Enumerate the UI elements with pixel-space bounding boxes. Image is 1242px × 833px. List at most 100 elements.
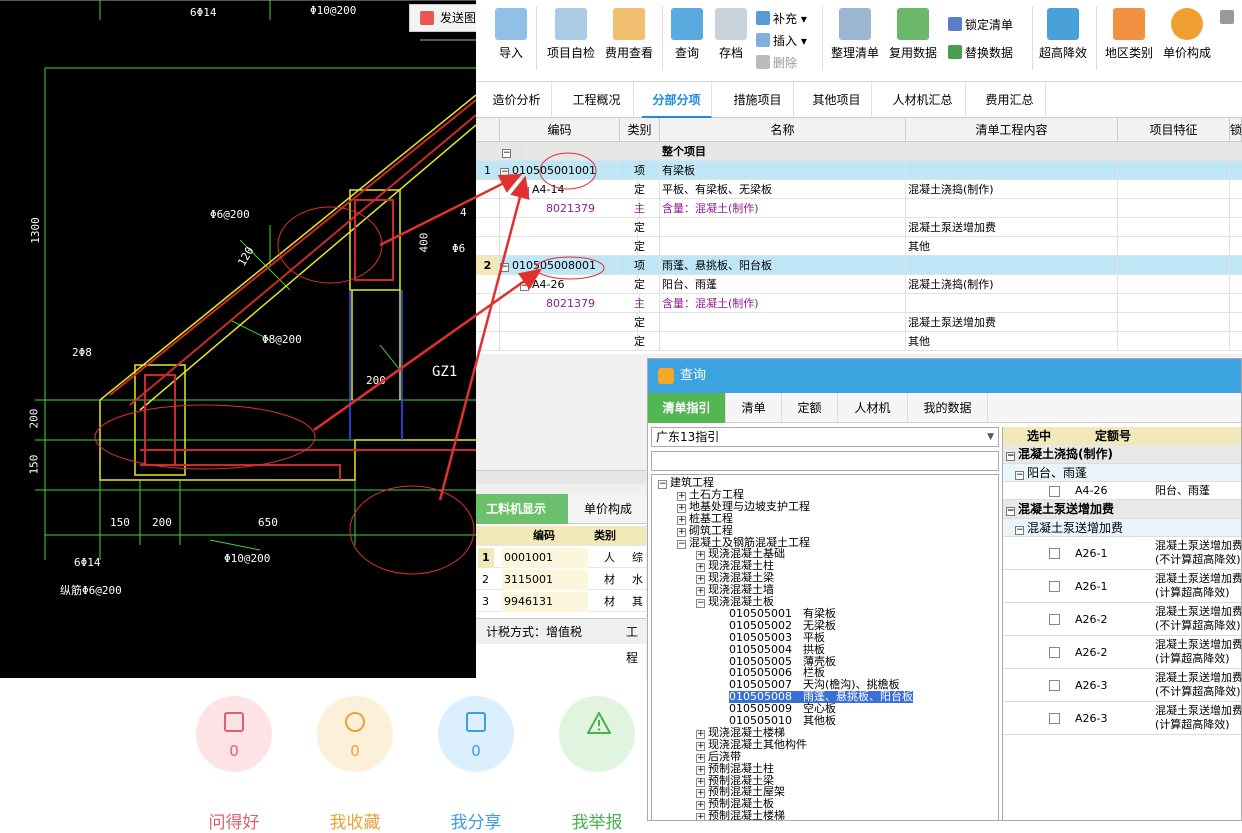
select-checkbox[interactable] — [1049, 548, 1060, 559]
col-feature[interactable]: 项目特征 — [1118, 118, 1230, 142]
expand-icon[interactable]: + — [696, 587, 705, 597]
project-check-button[interactable]: 项目自检 — [544, 8, 598, 61]
expand-icon[interactable]: + — [696, 789, 705, 799]
organize-list-button[interactable]: 整理清单 — [830, 8, 880, 61]
tab-other-items[interactable]: 其他项目 — [802, 82, 872, 118]
select-checkbox[interactable] — [1049, 713, 1060, 724]
table-row[interactable]: 1−010505001001 项有梁板 — [476, 161, 1242, 180]
guide-select[interactable]: 广东13指引 ▼ — [651, 427, 999, 447]
tab-quota[interactable]: 定额 — [782, 393, 838, 423]
table-row[interactable]: 定 其他 — [476, 237, 1242, 256]
tab-fee-summary[interactable]: 费用汇总 — [974, 82, 1046, 118]
price-structure-button[interactable]: 单价构成 — [1162, 8, 1212, 61]
quota-row[interactable]: A26-1 混凝土泵送增加费(计算超高降效) — [1003, 570, 1241, 603]
lower-col-code[interactable]: 编码 — [500, 526, 588, 546]
table-row[interactable]: 定 混凝土泵送增加费 — [476, 313, 1242, 332]
expand-icon[interactable]: + — [696, 551, 705, 561]
quota-group[interactable]: − 混凝土浇捣(制作) — [1003, 445, 1241, 464]
insert-button[interactable]: 插入 ▾ — [756, 32, 807, 49]
quota-group[interactable]: − 混凝土泵送增加费 — [1003, 500, 1241, 519]
expand-icon[interactable]: + — [677, 515, 686, 525]
expand-icon[interactable]: + — [696, 777, 705, 787]
select-checkbox[interactable] — [1049, 680, 1060, 691]
quota-row[interactable]: A26-1 混凝土泵送增加费(不计算超高降效) — [1003, 537, 1241, 570]
table-row[interactable]: − A4-26 定阳台、雨蓬 混凝土浇捣(制作) — [476, 275, 1242, 294]
dialog-title-bar[interactable]: 查询 — [648, 359, 1241, 393]
group-row[interactable]: − 整个项目 — [476, 142, 1242, 161]
collapse-icon[interactable]: − — [696, 599, 705, 608]
more-tools-icon[interactable] — [1220, 10, 1237, 25]
query-button[interactable]: 查询 — [670, 8, 704, 61]
reuse-data-button[interactable]: 复用数据 — [888, 8, 938, 61]
tab-cost-analysis[interactable]: 造价分析 — [482, 82, 552, 118]
share-button[interactable]: 0 — [438, 696, 514, 772]
col-name[interactable]: 名称 — [660, 118, 906, 142]
expand-icon[interactable]: + — [696, 563, 705, 573]
tree-node[interactable]: + 预制混凝土楼梯 — [696, 810, 785, 820]
expand-toggle[interactable]: − — [500, 263, 509, 272]
collapse-icon[interactable]: − — [677, 539, 686, 549]
tab-labor-material[interactable]: 人材机汇总 — [880, 82, 966, 118]
select-checkbox[interactable] — [1049, 485, 1060, 497]
tab-list-guide[interactable]: 清单指引 — [648, 393, 726, 423]
expand-icon[interactable]: + — [696, 575, 705, 585]
horizontal-scrollbar[interactable] — [476, 470, 646, 484]
tab-list[interactable]: 清单 — [726, 393, 782, 423]
expand-icon[interactable]: + — [696, 753, 705, 763]
report-button[interactable] — [559, 696, 635, 772]
col-content[interactable]: 清单工程内容 — [906, 118, 1118, 142]
expand-icon[interactable]: + — [696, 765, 705, 775]
tab-sub-items[interactable]: 分部分项 — [642, 82, 712, 118]
expand-icon[interactable]: + — [677, 527, 686, 537]
expand-toggle[interactable]: − — [520, 187, 529, 196]
tab-labor-material-display[interactable]: 工料机显示 — [476, 494, 568, 524]
select-checkbox[interactable] — [1049, 647, 1060, 658]
tab-project-overview[interactable]: 工程概况 — [560, 82, 634, 118]
replace-data-button[interactable]: 替换数据 — [948, 44, 1013, 61]
expand-icon[interactable]: + — [696, 729, 705, 739]
col-type[interactable]: 类别 — [620, 118, 660, 142]
table-row[interactable]: 定 混凝土泵送增加费 — [476, 218, 1242, 237]
col-lock[interactable]: 锁 — [1230, 118, 1242, 142]
expand-icon[interactable]: + — [696, 741, 705, 751]
table-row[interactable]: 2 3115001 材 水 — [476, 570, 646, 590]
table-row[interactable]: 8021379 主含量：混凝土(制作) — [476, 294, 1242, 313]
group-toggle[interactable]: − — [502, 142, 522, 161]
fee-view-button[interactable]: 费用查看 — [602, 8, 656, 61]
quota-row[interactable]: A26-2 混凝土泵送增加费(不计算超高降效) — [1003, 603, 1241, 636]
table-row[interactable]: 3 9946131 材 其 — [476, 592, 646, 612]
tab-measures[interactable]: 措施项目 — [722, 82, 794, 118]
import-button[interactable]: 导入 — [494, 8, 528, 61]
lower-col-type[interactable]: 类别 — [594, 526, 616, 546]
expand-toggle[interactable]: − — [500, 168, 509, 177]
tab-unit-price[interactable]: 单价构成 — [574, 494, 642, 524]
table-row[interactable]: 8021379 主含量：混凝土(制作) — [476, 199, 1242, 218]
quota-subgroup[interactable]: − 阳台、雨蓬 — [1003, 464, 1241, 482]
tab-labor-machine[interactable]: 人材机 — [838, 393, 908, 423]
quota-row[interactable]: A26-3 混凝土泵送增加费(计算超高降效) — [1003, 702, 1241, 735]
expand-icon[interactable]: + — [677, 491, 686, 501]
favorite-button[interactable]: 0 — [317, 696, 393, 772]
expand-icon[interactable]: + — [677, 503, 686, 513]
like-button[interactable]: 0 — [196, 696, 272, 772]
table-row[interactable]: 2−010505008001 项雨蓬、悬挑板、阳台板 — [476, 256, 1242, 275]
expand-toggle[interactable]: − — [520, 282, 529, 291]
select-checkbox[interactable] — [1049, 614, 1060, 625]
delete-button[interactable]: 删除 — [756, 54, 797, 71]
supplement-button[interactable]: 补充 ▾ — [756, 10, 807, 27]
send-drawing-button[interactable]: 发送图 — [409, 4, 481, 32]
col-code[interactable]: 编码 — [500, 118, 620, 142]
height-reduction-button[interactable]: 超高降效 — [1038, 8, 1088, 61]
lock-list-button[interactable]: 锁定清单 — [948, 16, 1013, 33]
quota-row[interactable]: A4-26 阳台、雨蓬 — [1003, 482, 1241, 500]
select-checkbox[interactable] — [1049, 581, 1060, 592]
collapse-icon[interactable]: − — [658, 480, 667, 489]
table-row[interactable]: − A4-14 定平板、有梁板、无梁板 混凝土浇捣(制作) — [476, 180, 1242, 199]
table-row[interactable]: 1 0001001 人 综 — [476, 548, 646, 568]
expand-icon[interactable]: + — [696, 813, 705, 820]
quota-row[interactable]: A26-2 混凝土泵送增加费(计算超高降效) — [1003, 636, 1241, 669]
archive-button[interactable]: 存档 — [714, 8, 748, 61]
region-type-button[interactable]: 地区类别 — [1104, 8, 1154, 61]
quota-row[interactable]: A26-3 混凝土泵送增加费(不计算超高降效) — [1003, 669, 1241, 702]
table-row[interactable]: 定 其他 — [476, 332, 1242, 351]
